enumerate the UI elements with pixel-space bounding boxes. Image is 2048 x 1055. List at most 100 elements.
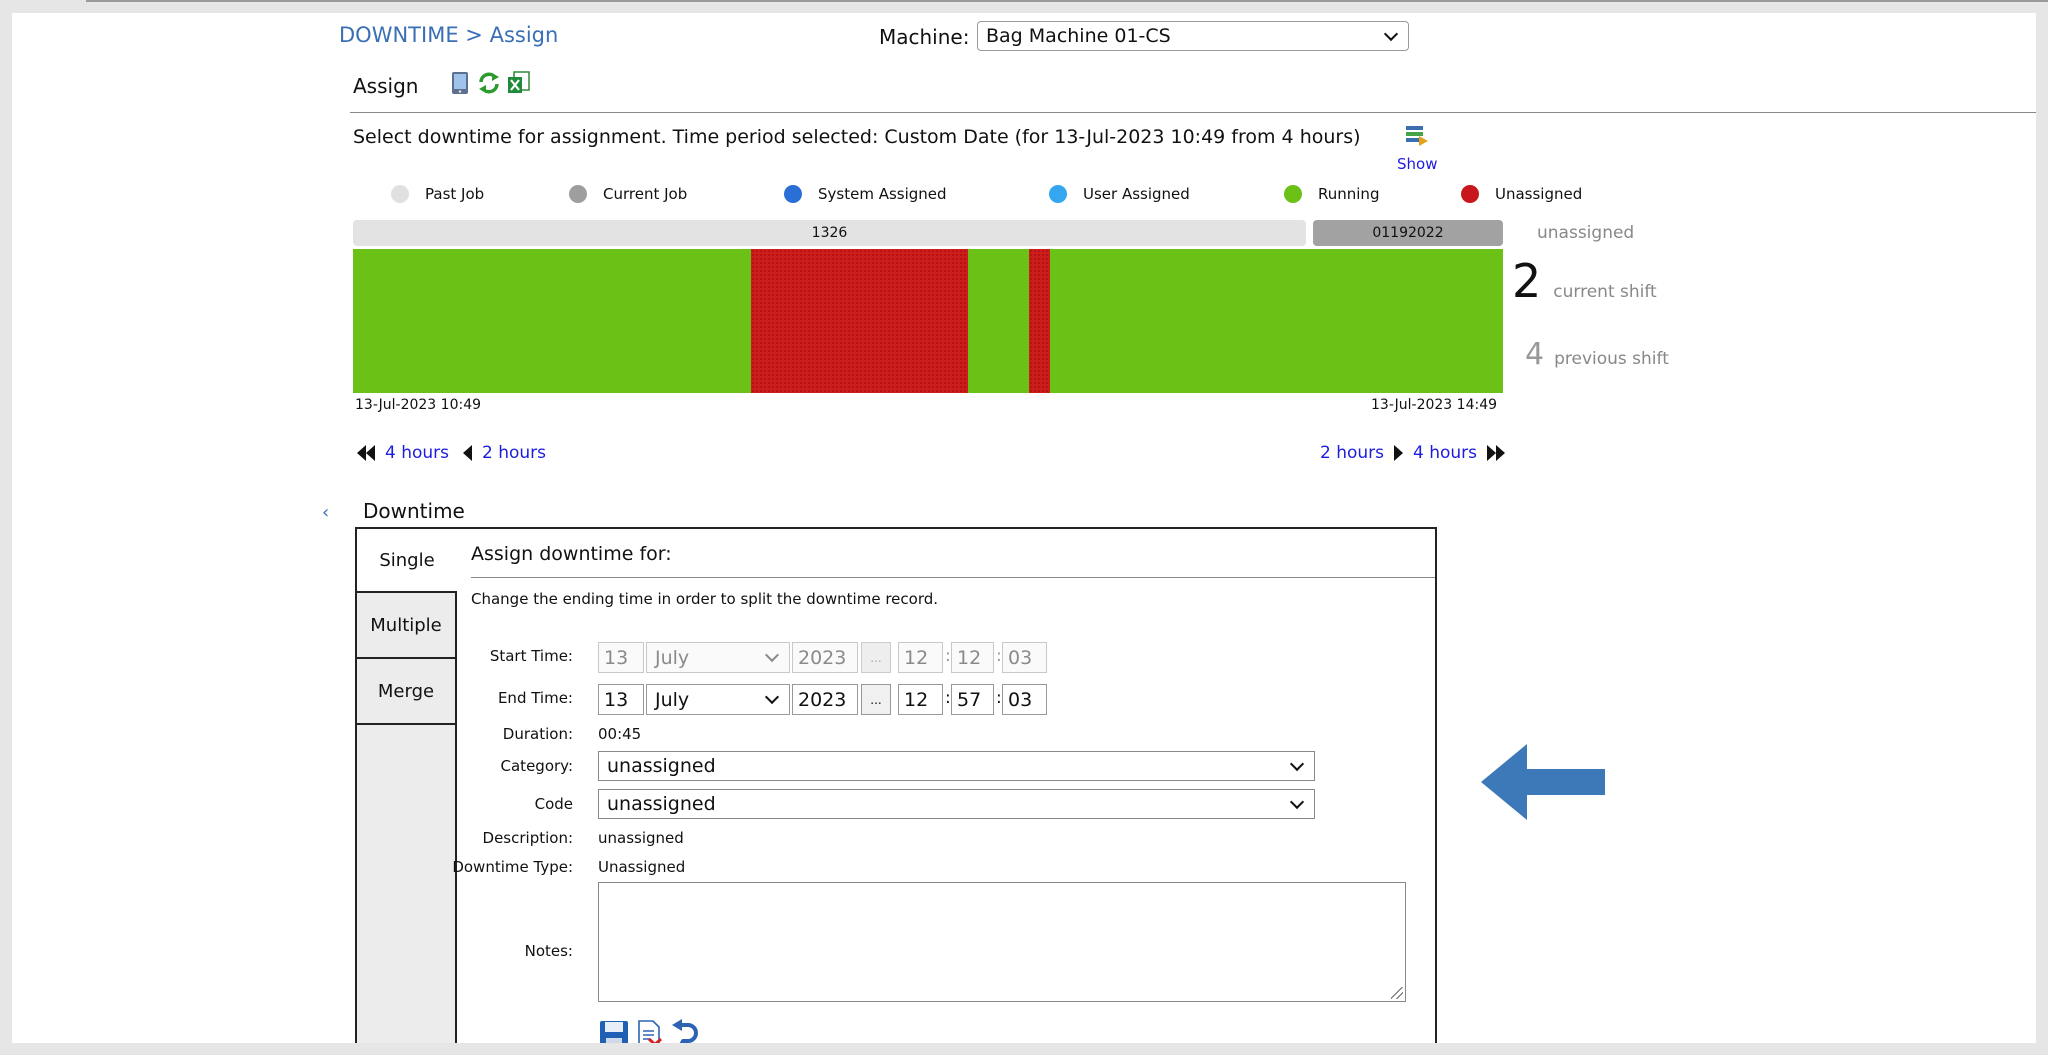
left-icon	[463, 445, 472, 461]
category-label: Category:	[500, 757, 573, 775]
legend-label: Unassigned	[1495, 185, 1583, 203]
forward-2-hours-link[interactable]: 2 hours	[1320, 443, 1404, 463]
forward-4-hours-link[interactable]: 4 hours	[1413, 443, 1506, 463]
show-button[interactable]: Show	[1397, 155, 1437, 173]
duration-label: Duration:	[502, 725, 573, 743]
double-left-icon	[357, 445, 366, 461]
end-time-label: End Time:	[497, 689, 573, 707]
start-year-input: 2023	[792, 642, 858, 673]
start-time-label: Start Time:	[489, 647, 573, 665]
code-value: unassigned	[607, 793, 716, 815]
breadcrumb-separator: >	[465, 23, 483, 47]
timeline-end-time: 13-Jul-2023 14:49	[1371, 397, 1498, 413]
notes-textarea[interactable]	[598, 882, 1406, 1002]
category-select[interactable]: unassigned	[598, 751, 1315, 781]
previous-shift-number: 4	[1525, 337, 1545, 372]
downtime-heading: Downtime	[363, 499, 465, 523]
breadcrumb-root[interactable]: DOWNTIME	[339, 23, 459, 47]
code-select[interactable]: unassigned	[598, 789, 1315, 819]
legend-dot	[1461, 185, 1479, 203]
end-year-input[interactable]: 2023	[792, 684, 858, 715]
legend-dot	[391, 185, 409, 203]
previous-shift-count: 4 previous shift	[1525, 337, 1669, 372]
end-minute-input[interactable]: 57	[951, 684, 994, 715]
downtime-panel: Single Multiple Merge Assign downtime fo…	[355, 527, 1437, 1043]
start-month-value: July	[655, 646, 690, 669]
start-hour-input: 12	[898, 642, 943, 673]
forward-2-hours-label: 2 hours	[1320, 443, 1385, 463]
time-separator: :	[996, 646, 1002, 666]
end-hour-input[interactable]: 12	[898, 684, 943, 715]
chevron-left-icon[interactable]: ‹	[322, 502, 329, 523]
current-job-label: 01192022	[1372, 225, 1444, 241]
start-day-input: 13	[598, 642, 644, 673]
legend-item-past-job: Past Job	[391, 185, 484, 203]
legend-dot	[569, 185, 587, 203]
tablet-icon[interactable]	[449, 71, 471, 95]
double-right-icon-part	[1496, 445, 1506, 461]
legend-dot	[1284, 185, 1302, 203]
legend-label: Current Job	[603, 185, 688, 203]
legend-item-user-assigned: User Assigned	[1049, 185, 1190, 203]
save-icon[interactable]	[599, 1019, 629, 1043]
end-second-input[interactable]: 03	[1002, 684, 1047, 715]
duration-value: 00:45	[598, 725, 642, 743]
start-second-input: 03	[1002, 642, 1047, 673]
legend-dot	[1049, 185, 1067, 203]
end-month-select[interactable]: July	[646, 684, 790, 715]
notes-label: Notes:	[524, 942, 573, 960]
assign-downtime-title: Assign downtime for:	[471, 543, 672, 565]
breadcrumb-current[interactable]: Assign	[490, 23, 559, 47]
page: DOWNTIME > Assign Machine: Bag Machine 0…	[12, 13, 2036, 1043]
forward-4-hours-label: 4 hours	[1413, 443, 1478, 463]
time-separator: :	[945, 688, 951, 708]
top-border	[86, 0, 2048, 2]
undo-icon[interactable]	[670, 1019, 700, 1043]
legend-item-unassigned: Unassigned	[1461, 185, 1582, 203]
end-day-input[interactable]: 13	[598, 684, 644, 715]
category-value: unassigned	[607, 755, 716, 777]
legend-label: Past Job	[425, 185, 485, 203]
legend-item-current-job: Current Job	[569, 185, 687, 203]
downtime-type-label: Downtime Type:	[452, 858, 573, 876]
unassigned-downtime-segment[interactable]	[1029, 249, 1050, 393]
delete-icon[interactable]	[635, 1019, 665, 1043]
split-note: Change the ending time in order to split…	[471, 590, 939, 608]
time-separator: :	[996, 688, 1002, 708]
machine-label: Machine:	[879, 25, 970, 49]
legend-label: System Assigned	[818, 185, 947, 203]
tab-single[interactable]: Single	[357, 529, 457, 593]
instructions-text: Select downtime for assignment. Time per…	[353, 126, 1361, 148]
current-shift-number: 2	[1512, 254, 1542, 308]
page-title: Assign	[353, 74, 419, 98]
legend-item-running: Running	[1284, 185, 1379, 203]
current-shift-label: current shift	[1553, 282, 1657, 302]
back-4-hours-link[interactable]: 4 hours	[357, 443, 449, 463]
machine-select-value: Bag Machine 01-CS	[986, 25, 1171, 47]
legend-label: Running	[1318, 185, 1380, 203]
current-job-bar[interactable]: 01192022	[1313, 220, 1503, 246]
divider	[471, 577, 1435, 578]
resize-handle[interactable]	[1391, 987, 1403, 999]
back-2-hours-link[interactable]: 2 hours	[463, 443, 546, 463]
legend-label: User Assigned	[1083, 185, 1190, 203]
end-date-picker-button[interactable]: ...	[861, 684, 891, 715]
back-4-hours-label: 4 hours	[385, 443, 450, 463]
downtime-tabs: Single Multiple Merge	[357, 529, 457, 1043]
past-job-bar[interactable]: 1326	[353, 220, 1306, 246]
double-right-icon	[1487, 445, 1497, 461]
chevron-down-icon	[1289, 794, 1305, 809]
refresh-icon[interactable]	[477, 71, 499, 95]
start-month-select: July	[646, 642, 790, 673]
machine-select[interactable]: Bag Machine 01-CS	[977, 21, 1409, 51]
previous-shift-label: previous shift	[1554, 349, 1669, 369]
description-label: Description:	[482, 829, 573, 847]
start-minute-input: 12	[951, 642, 994, 673]
end-month-value: July	[655, 688, 690, 711]
excel-export-icon[interactable]	[507, 71, 530, 95]
downtime-timeline[interactable]	[353, 249, 1503, 393]
chevron-down-icon	[764, 689, 780, 705]
chevron-down-icon	[1383, 26, 1399, 41]
unassigned-downtime-segment[interactable]	[751, 249, 968, 393]
show-list-icon[interactable]	[1405, 124, 1429, 148]
